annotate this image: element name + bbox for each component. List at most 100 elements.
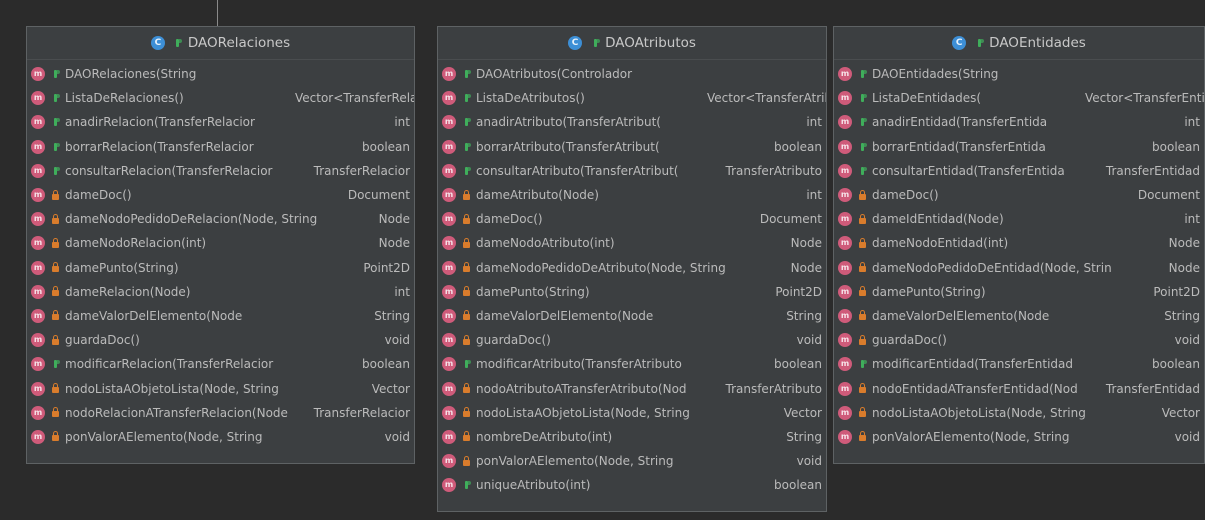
method-row[interactable]: m borrarAtributo(TransferAtribut(boolean bbox=[438, 135, 826, 159]
method-row[interactable]: m dameAtributo(Node) int bbox=[438, 183, 826, 207]
method-row[interactable]: m damePunto(String) Point2D bbox=[27, 256, 414, 280]
method-row[interactable]: m dameNodoPedidoDeAtributo(Node, String No… bbox=[438, 256, 826, 280]
method-signature: nodoEntidadATransferEntidad(Nod bbox=[872, 381, 1078, 396]
method-row[interactable]: m anadirAtributo(TransferAtribut(int bbox=[438, 110, 826, 134]
method-row[interactable]: m uniqueAtributo(int) boolean bbox=[438, 473, 826, 497]
method-signature: dameIdEntidad(Node) bbox=[872, 212, 1004, 227]
public-icon bbox=[49, 92, 61, 104]
method-row[interactable]: m ListaDeAtributos() Vector<TransferAtribu… bbox=[438, 86, 826, 110]
class-header[interactable]: C DAOAtributos bbox=[438, 27, 826, 60]
class-icon: C bbox=[150, 36, 165, 50]
return-type: boolean bbox=[1152, 357, 1200, 372]
method-row[interactable]: m guardaDoc() void bbox=[834, 328, 1204, 352]
class-header[interactable]: C DAOEntidades bbox=[834, 27, 1204, 60]
method-icon: m bbox=[838, 381, 852, 396]
method-icon: m bbox=[838, 284, 852, 299]
method-row[interactable]: m ponValorAElemento(Node, String void bbox=[27, 425, 414, 449]
return-type: int bbox=[1184, 212, 1200, 227]
method-signature: dameNodoPedidoDeEntidad(Node, Strin bbox=[872, 260, 1112, 275]
method-row[interactable]: m DAOEntidades(String bbox=[834, 62, 1204, 86]
lock-icon bbox=[856, 237, 868, 249]
return-type: Node bbox=[1168, 260, 1200, 275]
class-box-daoatributos[interactable]: C DAOAtributos m DAOAtributos(Controlador… bbox=[437, 26, 827, 512]
method-row[interactable]: m ListaDeEntidades(Vector<TransferEntidad bbox=[834, 86, 1204, 110]
class-name: DAOEntidades bbox=[989, 35, 1086, 51]
method-row[interactable]: m nodoEntidadATransferEntidad(Nod Transfer… bbox=[834, 376, 1204, 400]
lock-icon bbox=[460, 237, 472, 249]
method-row[interactable]: m dameNodoEntidad(int) Node bbox=[834, 231, 1204, 255]
public-icon bbox=[973, 37, 985, 49]
method-row[interactable]: m consultarAtributo(TransferAtribut(Trans… bbox=[438, 159, 826, 183]
method-row[interactable]: m consultarRelacion(TransferRelacior Trans… bbox=[27, 159, 414, 183]
method-row[interactable]: m dameValorDelElemento(Node String bbox=[27, 304, 414, 328]
method-row[interactable]: m anadirRelacion(TransferRelacior int bbox=[27, 110, 414, 134]
method-row[interactable]: m ponValorAElemento(Node, String void bbox=[834, 425, 1204, 449]
method-icon: m bbox=[31, 381, 45, 396]
method-icon: m bbox=[442, 284, 456, 299]
lock-icon bbox=[460, 310, 472, 322]
method-row[interactable]: m DAORelaciones(String bbox=[27, 62, 414, 86]
class-box-daoentidades[interactable]: C DAOEntidades m DAOEntidades(String m List… bbox=[833, 26, 1205, 464]
method-icon: m bbox=[31, 429, 45, 444]
method-row[interactable]: m dameDoc() Document bbox=[438, 207, 826, 231]
method-row[interactable]: m dameNodoPedidoDeRelacion(Node, String No… bbox=[27, 207, 414, 231]
method-row[interactable]: m borrarRelacion(TransferRelacior boolean bbox=[27, 135, 414, 159]
method-icon: m bbox=[31, 405, 45, 420]
method-row[interactable]: m ponValorAElemento(Node, String void bbox=[438, 449, 826, 473]
method-row[interactable]: m nodoListaAObjetoLista(Node, String Vecto… bbox=[834, 401, 1204, 425]
method-signature: ListaDeEntidades( bbox=[872, 91, 982, 106]
method-icon: m bbox=[442, 212, 456, 227]
method-icon: m bbox=[442, 308, 456, 323]
class-box-daorelaciones[interactable]: C DAORelaciones m DAORelaciones(String m Li… bbox=[26, 26, 415, 464]
method-row[interactable]: m dameNodoAtributo(int) Node bbox=[438, 231, 826, 255]
method-row[interactable]: m borrarEntidad(TransferEntida boolean bbox=[834, 135, 1204, 159]
class-name: DAORelaciones bbox=[187, 35, 291, 51]
method-row[interactable]: m nombreDeAtributo(int) String bbox=[438, 425, 826, 449]
return-type: Vector<TransferRelacion: bbox=[295, 91, 414, 106]
method-row[interactable]: m nodoListaAObjetoLista(Node, String Vecto… bbox=[27, 376, 414, 400]
method-row[interactable]: m damePunto(String) Point2D bbox=[438, 280, 826, 304]
method-row[interactable]: m dameNodoPedidoDeEntidad(Node, Strin Node bbox=[834, 256, 1204, 280]
method-row[interactable]: m nodoListaAObjetoLista(Node, String Vecto… bbox=[438, 401, 826, 425]
class-header[interactable]: C DAORelaciones bbox=[27, 27, 414, 60]
method-row[interactable]: m damePunto(String) Point2D bbox=[834, 280, 1204, 304]
method-row[interactable]: m anadirEntidad(TransferEntida int bbox=[834, 110, 1204, 134]
return-type: int bbox=[1184, 115, 1200, 130]
method-row[interactable]: m dameRelacion(Node) int bbox=[27, 280, 414, 304]
lock-icon bbox=[49, 407, 61, 419]
return-type: Point2D bbox=[1153, 284, 1200, 299]
method-signature: nodoAtributoATransferAtributo(Nod bbox=[476, 381, 687, 396]
return-type: Node bbox=[790, 260, 822, 275]
method-row[interactable]: m dameValorDelElemento(Node String bbox=[438, 304, 826, 328]
method-row[interactable]: m modificarEntidad(TransferEntidad boolean bbox=[834, 352, 1204, 376]
lock-icon bbox=[460, 407, 472, 419]
public-icon bbox=[856, 92, 868, 104]
method-icon: m bbox=[442, 381, 456, 396]
method-row[interactable]: m modificarAtributo(TransferAtributo boole… bbox=[438, 352, 826, 376]
method-signature: DAOEntidades(String bbox=[872, 67, 999, 82]
method-row[interactable]: m DAOAtributos(Controlador bbox=[438, 62, 826, 86]
method-icon: m bbox=[838, 260, 852, 275]
method-row[interactable]: m dameValorDelElemento(Node String bbox=[834, 304, 1204, 328]
method-row[interactable]: m nodoAtributoATransferAtributo(Nod Transf… bbox=[438, 376, 826, 400]
method-row[interactable]: m guardaDoc() void bbox=[27, 328, 414, 352]
method-signature: damePunto(String) bbox=[872, 284, 986, 299]
method-row[interactable]: m dameDoc() Document bbox=[27, 183, 414, 207]
method-row[interactable]: m ListaDeRelaciones() Vector<TransferRelac… bbox=[27, 86, 414, 110]
return-type: Vector<TransferAtributo: bbox=[707, 91, 826, 106]
method-row[interactable]: m dameIdEntidad(Node) int bbox=[834, 207, 1204, 231]
public-icon bbox=[856, 141, 868, 153]
method-row[interactable]: m dameNodoRelacion(int) Node bbox=[27, 231, 414, 255]
method-row[interactable]: m guardaDoc() void bbox=[438, 328, 826, 352]
method-signature: DAOAtributos(Controlador bbox=[476, 67, 633, 82]
method-row[interactable]: m consultarEntidad(TransferEntida Transfer… bbox=[834, 159, 1204, 183]
method-signature: consultarRelacion(TransferRelacior bbox=[65, 163, 273, 178]
method-row[interactable]: m dameDoc() Document bbox=[834, 183, 1204, 207]
method-icon: m bbox=[31, 212, 45, 227]
return-type: Point2D bbox=[775, 284, 822, 299]
method-row[interactable]: m modificarRelacion(TransferRelacior boole… bbox=[27, 352, 414, 376]
lock-icon bbox=[49, 262, 61, 274]
method-row[interactable]: m nodoRelacionATransferRelacion(Node Trans… bbox=[27, 401, 414, 425]
method-icon: m bbox=[442, 236, 456, 251]
public-icon bbox=[49, 141, 61, 153]
